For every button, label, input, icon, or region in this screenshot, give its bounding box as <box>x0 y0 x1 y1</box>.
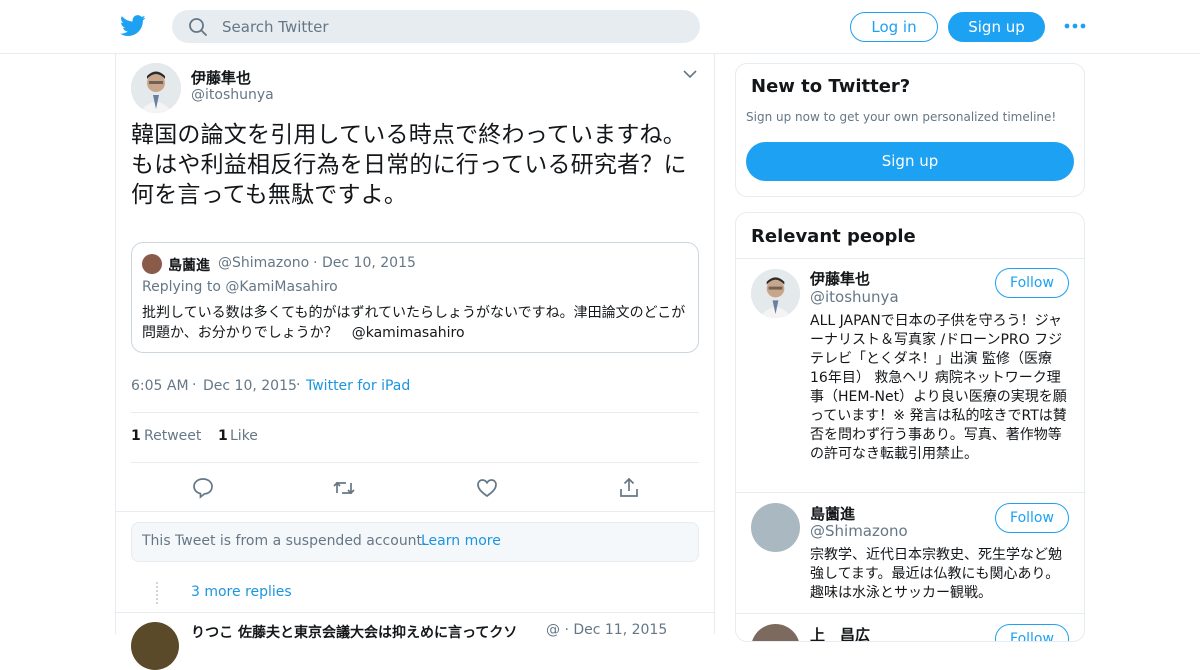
search-icon <box>189 18 207 36</box>
search-input[interactable] <box>222 10 682 43</box>
like-icon[interactable] <box>475 476 499 500</box>
author-name[interactable]: 伊藤隼也 <box>191 67 251 88</box>
retweet-label[interactable]: Retweet <box>144 428 201 444</box>
retweet-count[interactable]: 1 <box>131 428 141 444</box>
person-name[interactable]: 伊藤隼也 <box>810 268 870 289</box>
separator-dot: · <box>192 377 197 393</box>
quoted-author-name: 島薗進 <box>168 258 210 274</box>
separator-dot: · <box>296 377 301 393</box>
quoted-text: 批判している数は多くても的がはずれていたらしょうがないですね。津田論文のどこが問… <box>142 305 686 341</box>
suspended-notice: This Tweet is from a suspended account. … <box>131 522 699 562</box>
person-avatar[interactable] <box>751 503 800 552</box>
card-subtitle: Sign up now to get your own personalized… <box>746 110 1057 124</box>
tweet-source-link[interactable]: Twitter for iPad <box>306 378 410 394</box>
relevant-people-card: Relevant people 伊藤隼也 @itoshunya Follow A… <box>735 212 1085 642</box>
login-button[interactable]: Log in <box>850 12 938 42</box>
tweet-column: 伊藤隼也 @itoshunya 韓国の論文を引用している時点で終わっていますね。… <box>115 54 715 670</box>
divider <box>736 258 1084 259</box>
top-nav: Log in Sign up <box>0 0 1200 54</box>
person-bio: 宗教学、近代日本宗教史、死生学など勉強してます。最近は仏教にも関心あり。趣味は水… <box>810 547 1062 601</box>
replying-to: Replying to @KamiMasahiro <box>142 279 338 295</box>
card-title: Relevant people <box>751 226 916 247</box>
divider <box>131 412 699 413</box>
quoted-avatar[interactable] <box>142 254 162 274</box>
person-handle[interactable]: @itoshunya <box>810 288 899 306</box>
divider <box>131 462 699 463</box>
tweet-text: 韓国の論文を引用している時点で終わっていますね。もはや利益相反行為を日常的に行っ… <box>131 122 687 208</box>
divider <box>736 492 1084 493</box>
quoted-author-handle: @Shimazono <box>218 255 310 271</box>
divider <box>116 612 714 613</box>
new-to-twitter-card: New to Twitter? Sign up now to get your … <box>735 63 1085 197</box>
person-icon <box>751 269 800 318</box>
person-handle[interactable]: @Shimazono <box>810 522 908 540</box>
author-avatar[interactable] <box>131 63 181 113</box>
follow-button[interactable]: Follow <box>995 503 1069 533</box>
person-bio: ALL JAPANで日本の子供を守ろう！ジャーナリスト＆写真家 /ドローンPRO… <box>810 313 1067 462</box>
suspended-text: This Tweet is from a suspended account. <box>142 533 427 549</box>
sidebar-signup-button[interactable]: Sign up <box>746 142 1074 181</box>
card-title: New to Twitter? <box>751 76 911 97</box>
like-label[interactable]: Like <box>230 428 258 444</box>
more-replies-link[interactable]: 3 more replies <box>191 584 292 600</box>
divider <box>116 511 714 512</box>
learn-more-link[interactable]: Learn more <box>421 533 501 549</box>
follow-button[interactable]: Follow <box>995 268 1069 298</box>
signup-button[interactable]: Sign up <box>948 12 1045 42</box>
tweet-date: Dec 10, 2015 <box>203 378 297 394</box>
tweet-time: 6:05 AM <box>131 378 189 394</box>
reply-avatar[interactable] <box>131 622 179 670</box>
like-count[interactable]: 1 <box>218 428 228 444</box>
person-name[interactable]: 上 昌広 <box>810 624 870 641</box>
quoted-tweet[interactable]: 島薗進 @Shimazono · Dec 10, 2015 Replying t… <box>131 242 699 353</box>
retweet-icon[interactable] <box>332 476 356 500</box>
twitter-bird-icon[interactable] <box>120 14 146 38</box>
thread-dots <box>156 582 158 604</box>
person-name[interactable]: 島薗進 <box>810 503 855 524</box>
separator-dot: · <box>313 255 318 271</box>
reply-meta: @ · Dec 11, 2015 <box>546 622 668 638</box>
person-icon <box>131 63 181 113</box>
quoted-date: Dec 10, 2015 <box>322 255 416 271</box>
reply-icon[interactable] <box>191 476 215 500</box>
divider <box>736 613 1084 614</box>
person-avatar[interactable] <box>751 269 800 318</box>
reply-author-name[interactable]: りつこ 佐藤夫と東京会議大会は抑えめに言ってクソ <box>191 622 536 642</box>
person-avatar[interactable] <box>751 624 800 641</box>
chevron-down-icon[interactable] <box>683 69 697 79</box>
search-box[interactable] <box>172 10 700 43</box>
author-handle[interactable]: @itoshunya <box>191 87 274 103</box>
more-options-icon[interactable] <box>1064 22 1086 30</box>
follow-button[interactable]: Follow <box>995 624 1069 641</box>
share-icon[interactable] <box>617 476 641 500</box>
